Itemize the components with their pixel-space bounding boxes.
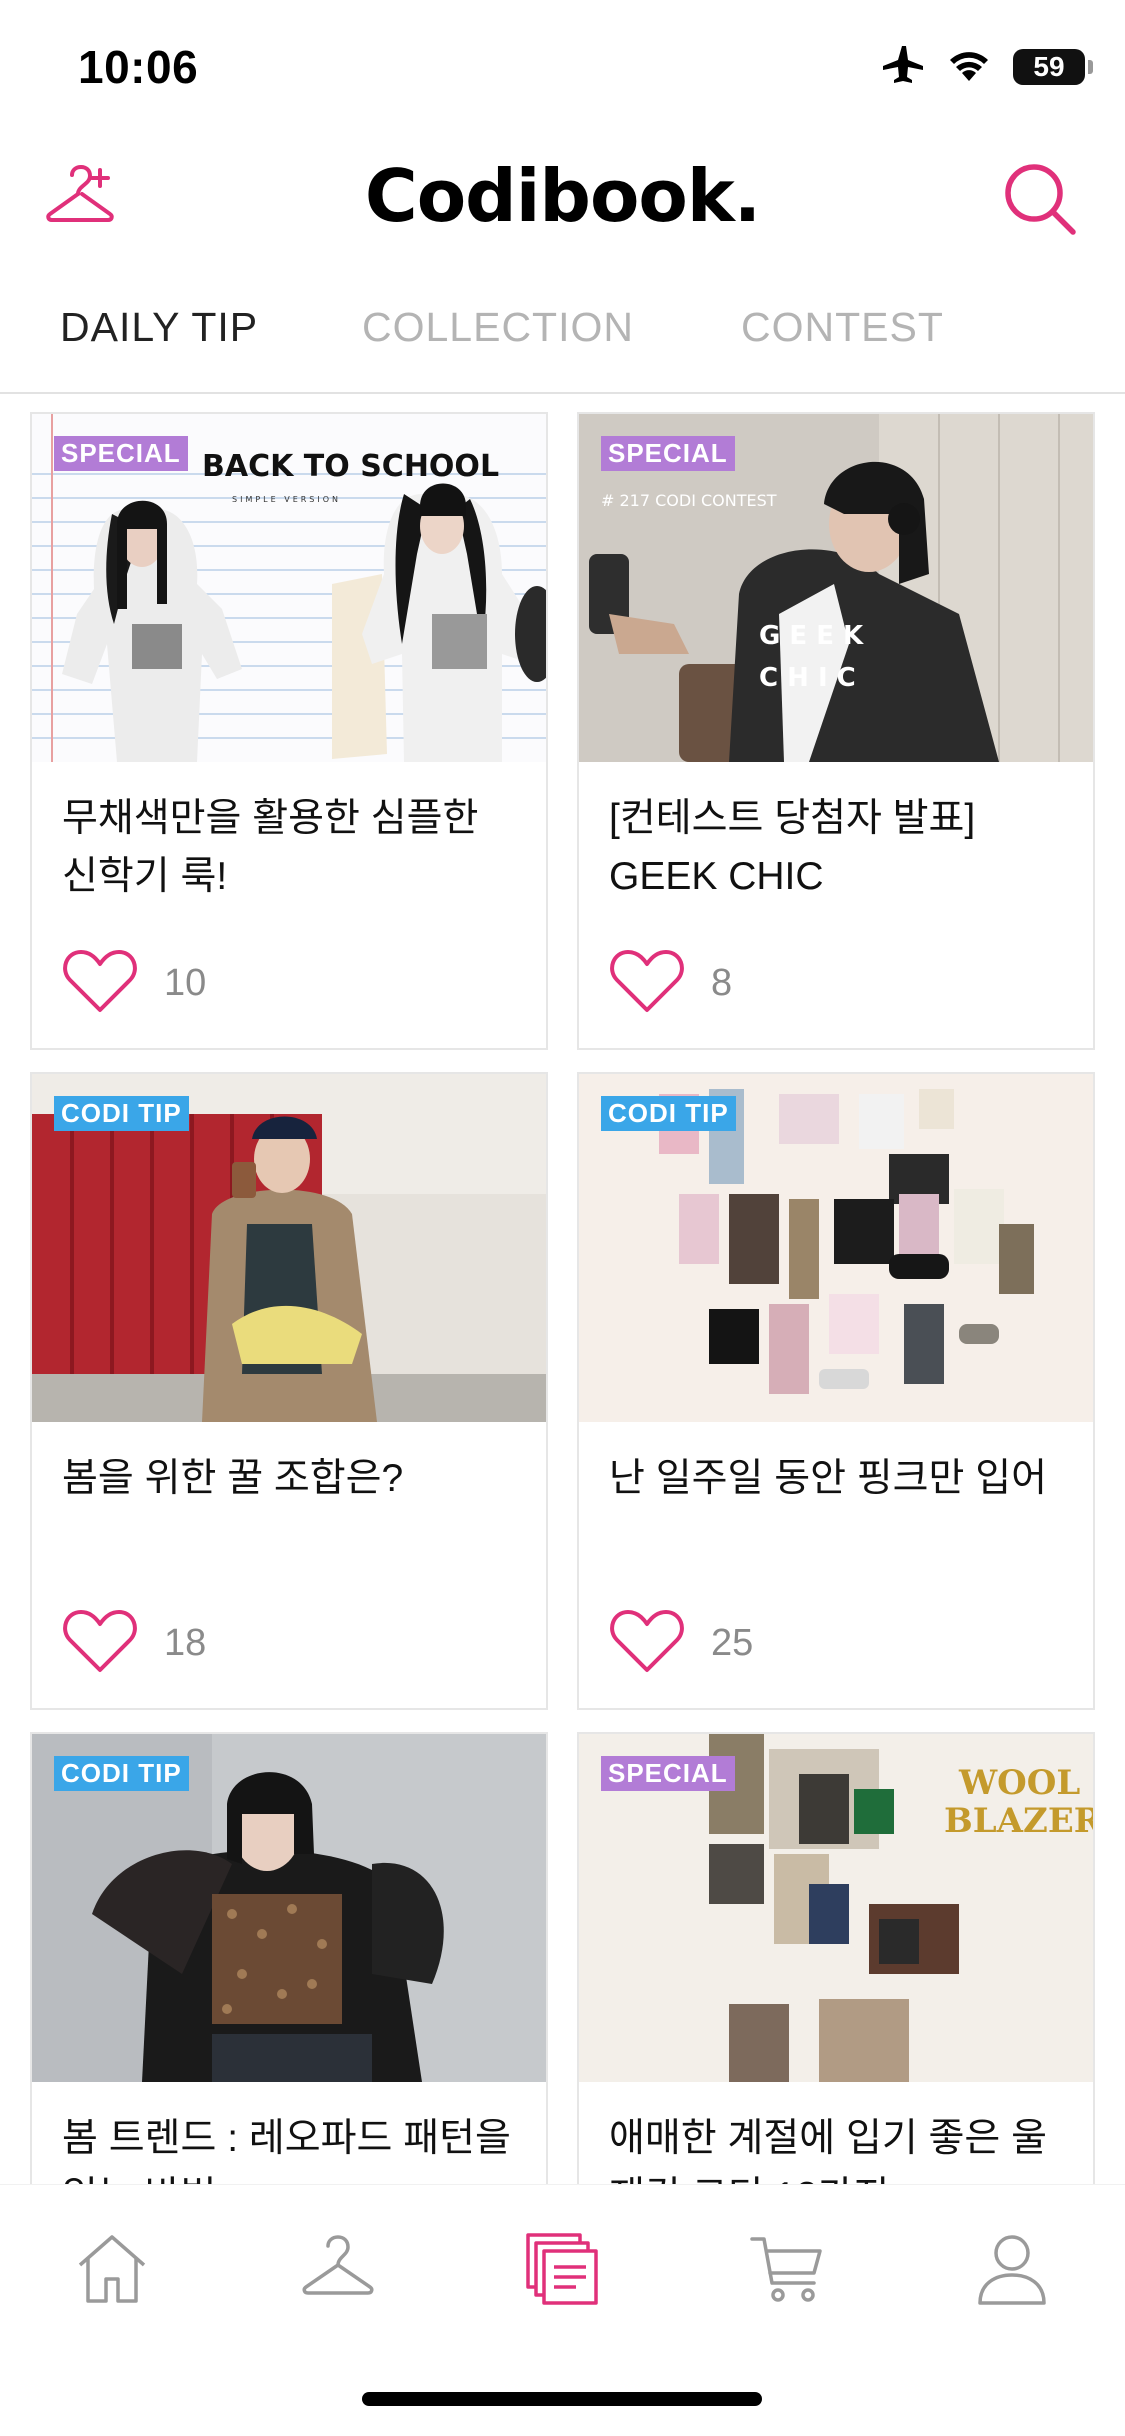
card-title-line: 신학기 룩! xyxy=(62,855,228,898)
card-title-line: GEEK CHIC xyxy=(609,855,824,898)
tab-contest[interactable]: CONTEST xyxy=(741,304,944,351)
badge-special: SPECIAL xyxy=(601,436,735,471)
like-control[interactable]: 10 xyxy=(62,948,206,1019)
card-title-line: 난 일주일 동안 핑크만 입어 xyxy=(609,1457,1048,1500)
status-time: 10:06 xyxy=(78,41,199,93)
badge-codi-tip: CODI TIP xyxy=(601,1096,736,1131)
card-title-line: [컨테스트 당첨자 발표] xyxy=(609,797,976,840)
wifi-icon xyxy=(947,47,991,86)
card-image-text: BACK TO SCHOOL xyxy=(202,449,499,484)
like-control[interactable]: 25 xyxy=(609,1608,753,1679)
card-title: [컨테스트 당첨자 발표] GEEK CHIC xyxy=(609,790,1079,906)
heart-icon[interactable] xyxy=(62,948,138,1019)
card-thumbnail: # 217 CODI CONTEST G E E K C H I C SPECI… xyxy=(579,414,1093,762)
tip-card[interactable]: CODI TIP 봄을 위한 꿀 조합은? 18 xyxy=(30,1072,548,1710)
card-title: 난 일주일 동안 핑크만 입어 xyxy=(609,1450,1079,1508)
airplane-icon xyxy=(881,44,925,89)
tip-card[interactable]: CODI TIP 난 일주일 동안 핑크만 입어 25 xyxy=(577,1072,1095,1710)
like-count: 25 xyxy=(711,1622,754,1664)
status-bar: 10:06 59 xyxy=(0,0,1125,132)
like-control[interactable]: 8 xyxy=(609,948,732,1019)
card-title-line: 재킷 코디 12가지 xyxy=(609,2168,1079,2184)
tip-card[interactable]: BACK TO SCHOOL SIMPLE VERSION SPECIAL 무채… xyxy=(30,412,548,1050)
badge-special: SPECIAL xyxy=(601,1756,735,1791)
badge-special: SPECIAL xyxy=(54,436,188,471)
heart-icon[interactable] xyxy=(609,1608,685,1679)
tip-card[interactable]: CODI TIP 봄 트렌드 : 레오파드 패턴을 입는 방법 xyxy=(30,1732,548,2184)
card-image-subtext: SIMPLE VERSION xyxy=(232,495,341,504)
tab-collection[interactable]: COLLECTION xyxy=(362,304,634,351)
card-thumbnail: BACK TO SCHOOL SIMPLE VERSION SPECIAL xyxy=(32,414,546,762)
hanger-icon[interactable] xyxy=(298,2229,378,2309)
card-image-text: # 217 CODI CONTEST xyxy=(601,491,777,510)
tip-card[interactable]: WOOL BLAZER SPECIAL 애매한 계절에 입기 좋은 울 재킷 코… xyxy=(577,1732,1095,2184)
card-title: 애매한 계절에 입기 좋은 울 재킷 코디 12가지 xyxy=(609,2110,1079,2184)
card-image-text: BLAZER xyxy=(944,1801,1093,1841)
battery-icon: 59 xyxy=(1013,48,1093,85)
home-indicator xyxy=(362,2392,762,2406)
badge-codi-tip: CODI TIP xyxy=(54,1096,189,1131)
heart-icon[interactable] xyxy=(609,948,685,1019)
card-title: 무채색만을 활용한 심플한 신학기 룩! xyxy=(62,790,532,906)
tip-grid: BACK TO SCHOOL SIMPLE VERSION SPECIAL 무채… xyxy=(30,412,1095,2184)
battery-level: 59 xyxy=(1033,50,1065,82)
card-title-line: 애매한 계절에 입기 좋은 울 xyxy=(609,2117,1048,2160)
app-header: Codibook. xyxy=(0,132,1125,272)
collection-icon[interactable] xyxy=(522,2229,602,2309)
like-control[interactable]: 18 xyxy=(62,1608,206,1679)
like-count: 18 xyxy=(164,1622,207,1664)
status-icons: 59 xyxy=(881,44,1093,89)
card-thumbnail: CODI TIP xyxy=(32,1074,546,1422)
card-thumbnail: CODI TIP xyxy=(32,1734,546,2082)
card-title: 봄 트렌드 : 레오파드 패턴을 입는 방법 xyxy=(62,2110,532,2184)
card-thumbnail: CODI TIP xyxy=(579,1074,1093,1422)
card-title: 봄을 위한 꿀 조합은? xyxy=(62,1450,532,1508)
card-title-line: 입는 방법 xyxy=(62,2168,532,2184)
tab-daily-tip[interactable]: DAILY TIP xyxy=(60,304,258,351)
app-logo[interactable]: Codibook. xyxy=(0,154,1125,238)
card-image-text: WOOL xyxy=(958,1763,1080,1803)
like-count: 10 xyxy=(164,962,207,1004)
card-image-overlay: C H I C xyxy=(759,663,856,693)
card-title-line: 봄 트렌드 : 레오파드 패턴을 xyxy=(62,2117,511,2160)
heart-icon[interactable] xyxy=(62,1608,138,1679)
card-image-overlay: G E E K xyxy=(759,621,864,651)
card-thumbnail: WOOL BLAZER SPECIAL xyxy=(579,1734,1093,2082)
badge-codi-tip: CODI TIP xyxy=(54,1756,189,1791)
card-title-line: 무채색만을 활용한 심플한 xyxy=(62,797,479,840)
cart-icon[interactable] xyxy=(748,2229,828,2309)
tip-card[interactable]: # 217 CODI CONTEST G E E K C H I C SPECI… xyxy=(577,412,1095,1050)
card-title-line: 봄을 위한 꿀 조합은? xyxy=(62,1457,404,1500)
search-icon[interactable] xyxy=(999,158,1081,240)
like-count: 8 xyxy=(711,962,733,1004)
home-icon[interactable] xyxy=(72,2229,152,2309)
tab-bar: DAILY TIP COLLECTION CONTEST xyxy=(0,290,1125,394)
profile-icon[interactable] xyxy=(972,2229,1052,2309)
